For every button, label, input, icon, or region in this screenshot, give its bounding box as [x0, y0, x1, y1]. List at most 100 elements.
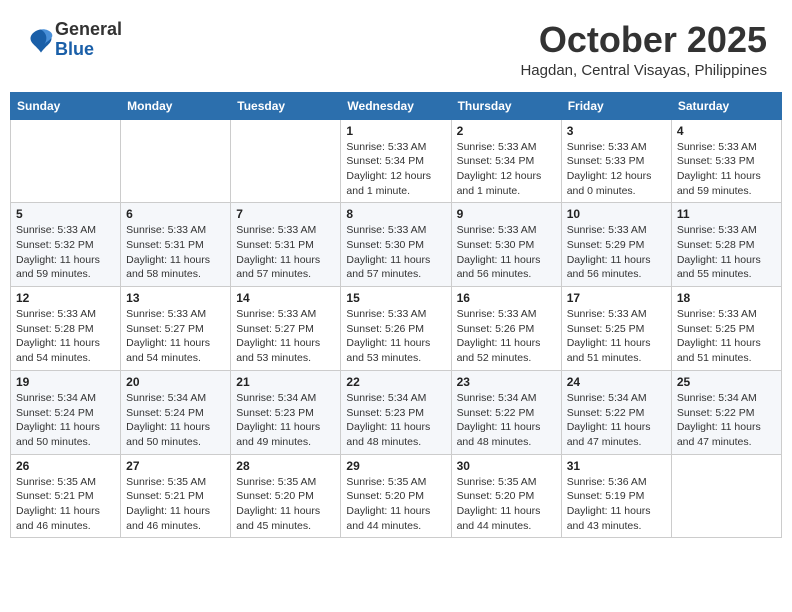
calendar-table: SundayMondayTuesdayWednesdayThursdayFrid…: [10, 92, 782, 539]
day-info: Sunrise: 5:33 AMSunset: 5:34 PMDaylight:…: [346, 140, 445, 199]
calendar-cell: 27Sunrise: 5:35 AMSunset: 5:21 PMDayligh…: [121, 454, 231, 538]
calendar-cell: 28 Sunrise: 5:35 AMSunset: 5:20 PMDayligh…: [231, 454, 341, 538]
day-number: 7: [236, 207, 335, 221]
day-info: Sunrise: 5:34 AMSunset: 5:22 PMDaylight:…: [677, 391, 776, 450]
calendar-cell: 15 Sunrise: 5:33 AMSunset: 5:26 PMDayligh…: [341, 287, 451, 371]
calendar-cell: 8 Sunrise: 5:33 AMSunset: 5:30 PMDaylight…: [341, 203, 451, 287]
calendar-cell: 4 Sunrise: 5:33 AMSunset: 5:33 PMDaylight…: [671, 119, 781, 203]
calendar-cell: 13 Sunrise: 5:33 AMSunset: 5:27 PMDayligh…: [121, 287, 231, 371]
day-info: Sunrise: 5:33 AMSunset: 5:33 PMDaylight:…: [677, 140, 776, 199]
day-number: 22: [346, 375, 445, 389]
weekday-header-tuesday: Tuesday: [231, 92, 341, 119]
day-info: Sunrise: 5:34 AMSunset: 5:23 PMDaylight:…: [346, 391, 445, 450]
day-number: 24: [567, 375, 666, 389]
day-number: 13: [126, 291, 225, 305]
day-info: Sunrise: 5:33 AMSunset: 5:31 PMDaylight:…: [126, 223, 225, 282]
day-number: 28: [236, 459, 335, 473]
day-number: 15: [346, 291, 445, 305]
day-number: 5: [16, 207, 115, 221]
weekday-header-friday: Friday: [561, 92, 671, 119]
weekday-header-saturday: Saturday: [671, 92, 781, 119]
day-number: 31: [567, 459, 666, 473]
logo: General Blue: [25, 20, 122, 60]
day-info: Sunrise: 5:35 AMSunset: 5:21 PMDaylight:…: [16, 475, 115, 534]
day-info: Sunrise: 5:34 AMSunset: 5:24 PMDaylight:…: [126, 391, 225, 450]
day-info: Sunrise: 5:34 AMSunset: 5:23 PMDaylight:…: [236, 391, 335, 450]
day-number: 21: [236, 375, 335, 389]
calendar-cell: 11Sunrise: 5:33 AMSunset: 5:28 PMDayligh…: [671, 203, 781, 287]
day-info: Sunrise: 5:34 AMSunset: 5:22 PMDaylight:…: [567, 391, 666, 450]
day-info: Sunrise: 5:33 AMSunset: 5:30 PMDaylight:…: [346, 223, 445, 282]
calendar-cell: 2Sunrise: 5:33 AMSunset: 5:34 PMDaylight…: [451, 119, 561, 203]
weekday-header-sunday: Sunday: [11, 92, 121, 119]
calendar-cell: 12 Sunrise: 5:33 AMSunset: 5:28 PMDayligh…: [11, 287, 121, 371]
day-info: Sunrise: 5:35 AMSunset: 5:20 PMDaylight:…: [346, 475, 445, 534]
logo-blue: Blue: [55, 39, 94, 59]
day-number: 1: [346, 124, 445, 138]
calendar-cell: 21 Sunrise: 5:34 AMSunset: 5:23 PMDayligh…: [231, 370, 341, 454]
weekday-header-monday: Monday: [121, 92, 231, 119]
page-header: General Blue October 2025 Hagdan, Centra…: [10, 10, 782, 84]
weekday-header-wednesday: Wednesday: [341, 92, 451, 119]
logo-text: General Blue: [55, 20, 122, 60]
day-info: Sunrise: 5:33 AMSunset: 5:28 PMDaylight:…: [677, 223, 776, 282]
day-info: Sunrise: 5:33 AMSunset: 5:28 PMDaylight:…: [16, 307, 115, 366]
logo-general: General: [55, 19, 122, 39]
day-number: 27: [126, 459, 225, 473]
calendar-cell: 24 Sunrise: 5:34 AMSunset: 5:22 PMDayligh…: [561, 370, 671, 454]
calendar-cell: 17 Sunrise: 5:33 AMSunset: 5:25 PMDayligh…: [561, 287, 671, 371]
day-number: 17: [567, 291, 666, 305]
day-info: Sunrise: 5:33 AMSunset: 5:25 PMDaylight:…: [567, 307, 666, 366]
day-number: 29: [346, 459, 445, 473]
weekday-header-row: SundayMondayTuesdayWednesdayThursdayFrid…: [11, 92, 782, 119]
calendar-cell: 18Sunrise: 5:33 AMSunset: 5:25 PMDayligh…: [671, 287, 781, 371]
day-number: 16: [457, 291, 556, 305]
calendar-cell: 9Sunrise: 5:33 AMSunset: 5:30 PMDaylight…: [451, 203, 561, 287]
calendar-cell: 6 Sunrise: 5:33 AMSunset: 5:31 PMDaylight…: [121, 203, 231, 287]
day-number: 6: [126, 207, 225, 221]
day-info: Sunrise: 5:34 AMSunset: 5:24 PMDaylight:…: [16, 391, 115, 450]
calendar-cell: [121, 119, 231, 203]
day-number: 3: [567, 124, 666, 138]
day-number: 18: [677, 291, 776, 305]
calendar-cell: 1 Sunrise: 5:33 AMSunset: 5:34 PMDaylight…: [341, 119, 451, 203]
day-info: Sunrise: 5:33 AMSunset: 5:32 PMDaylight:…: [16, 223, 115, 282]
location-title: Hagdan, Central Visayas, Philippines: [520, 62, 767, 79]
calendar-cell: 20 Sunrise: 5:34 AMSunset: 5:24 PMDayligh…: [121, 370, 231, 454]
day-info: Sunrise: 5:35 AMSunset: 5:20 PMDaylight:…: [457, 475, 556, 534]
day-info: Sunrise: 5:33 AMSunset: 5:29 PMDaylight:…: [567, 223, 666, 282]
calendar-cell: 26 Sunrise: 5:35 AMSunset: 5:21 PMDayligh…: [11, 454, 121, 538]
day-number: 12: [16, 291, 115, 305]
day-info: Sunrise: 5:35 AMSunset: 5:20 PMDaylight:…: [236, 475, 335, 534]
day-number: 4: [677, 124, 776, 138]
calendar-cell: 23Sunrise: 5:34 AMSunset: 5:22 PMDayligh…: [451, 370, 561, 454]
day-info: Sunrise: 5:33 AMSunset: 5:27 PMDaylight:…: [126, 307, 225, 366]
calendar-cell: 14Sunrise: 5:33 AMSunset: 5:27 PMDayligh…: [231, 287, 341, 371]
day-info: Sunrise: 5:33 AMSunset: 5:33 PMDaylight:…: [567, 140, 666, 199]
calendar-cell: 19 Sunrise: 5:34 AMSunset: 5:24 PMDayligh…: [11, 370, 121, 454]
calendar-week-row: 1 Sunrise: 5:33 AMSunset: 5:34 PMDaylight…: [11, 119, 782, 203]
calendar-cell: 10Sunrise: 5:33 AMSunset: 5:29 PMDayligh…: [561, 203, 671, 287]
calendar-week-row: 12 Sunrise: 5:33 AMSunset: 5:28 PMDayligh…: [11, 287, 782, 371]
calendar-cell: 22 Sunrise: 5:34 AMSunset: 5:23 PMDayligh…: [341, 370, 451, 454]
calendar-cell: 31Sunrise: 5:36 AMSunset: 5:19 PMDayligh…: [561, 454, 671, 538]
day-info: Sunrise: 5:33 AMSunset: 5:26 PMDaylight:…: [457, 307, 556, 366]
month-title: October 2025: [520, 20, 767, 60]
day-number: 19: [16, 375, 115, 389]
day-number: 8: [346, 207, 445, 221]
calendar-cell: 5 Sunrise: 5:33 AMSunset: 5:32 PMDaylight…: [11, 203, 121, 287]
day-number: 30: [457, 459, 556, 473]
weekday-header-thursday: Thursday: [451, 92, 561, 119]
day-number: 26: [16, 459, 115, 473]
calendar-week-row: 19 Sunrise: 5:34 AMSunset: 5:24 PMDayligh…: [11, 370, 782, 454]
day-number: 23: [457, 375, 556, 389]
day-info: Sunrise: 5:33 AMSunset: 5:27 PMDaylight:…: [236, 307, 335, 366]
day-number: 20: [126, 375, 225, 389]
day-info: Sunrise: 5:33 AMSunset: 5:26 PMDaylight:…: [346, 307, 445, 366]
calendar-cell: 3 Sunrise: 5:33 AMSunset: 5:33 PMDaylight…: [561, 119, 671, 203]
calendar-week-row: 26 Sunrise: 5:35 AMSunset: 5:21 PMDayligh…: [11, 454, 782, 538]
calendar-cell: [231, 119, 341, 203]
calendar-cell: 30 Sunrise: 5:35 AMSunset: 5:20 PMDayligh…: [451, 454, 561, 538]
title-block: October 2025 Hagdan, Central Visayas, Ph…: [520, 20, 767, 79]
day-info: Sunrise: 5:33 AMSunset: 5:34 PMDaylight:…: [457, 140, 556, 199]
